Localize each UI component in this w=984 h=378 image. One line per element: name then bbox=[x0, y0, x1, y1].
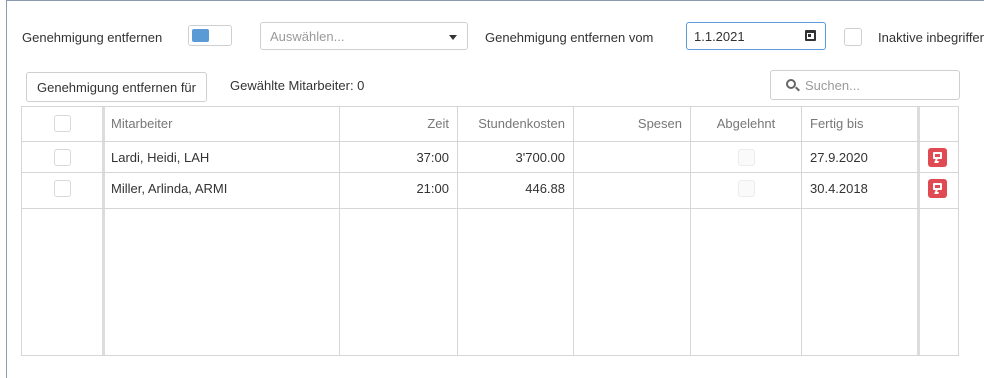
thumbs-down-icon[interactable] bbox=[928, 148, 947, 167]
header-rejected[interactable]: Abgelehnt bbox=[691, 107, 801, 141]
toggle-knob bbox=[192, 29, 209, 42]
cell-done-until: 30.4.2018 bbox=[810, 181, 868, 196]
cell-done-until: 27.9.2020 bbox=[810, 150, 868, 165]
header-employee[interactable]: Mitarbeiter bbox=[111, 107, 172, 141]
cell-expenses bbox=[574, 173, 682, 204]
remove-approval-label: Genehmigung entfernen bbox=[22, 30, 163, 45]
column-divider bbox=[917, 107, 920, 355]
rejected-checkbox bbox=[738, 149, 755, 166]
thumbs-down-icon[interactable] bbox=[928, 179, 947, 198]
rejected-checkbox bbox=[738, 180, 755, 197]
header-hour-costs[interactable]: Stundenkosten bbox=[458, 107, 565, 141]
cell-employee: Miller, Arlinda, ARMI bbox=[111, 181, 228, 196]
search-field[interactable]: Suchen... bbox=[770, 70, 960, 100]
inactive-label: Inaktive inbegriffen bbox=[878, 30, 984, 45]
inactive-checkbox[interactable] bbox=[844, 28, 862, 46]
row-checkbox[interactable] bbox=[54, 149, 71, 166]
cell-hour-costs: 3'700.00 bbox=[515, 150, 565, 165]
cell-employee: Lardi, Heidi, LAH bbox=[111, 150, 210, 165]
calendar-icon[interactable] bbox=[805, 30, 816, 41]
header-done-until[interactable]: Fertig bis bbox=[810, 107, 863, 141]
header-time[interactable]: Zeit bbox=[340, 107, 449, 141]
date-value: 1.1.2021 bbox=[694, 29, 745, 44]
cell-expenses bbox=[574, 142, 682, 173]
date-input[interactable]: 1.1.2021 bbox=[686, 22, 826, 50]
search-input[interactable]: Suchen... bbox=[805, 78, 860, 93]
column-divider bbox=[801, 107, 802, 355]
search-icon bbox=[786, 79, 796, 89]
column-divider bbox=[690, 107, 691, 355]
employee-grid: Mitarbeiter Zeit Stundenkosten Spesen Ab… bbox=[21, 106, 959, 356]
remove-approval-toggle[interactable] bbox=[188, 25, 232, 46]
remove-approval-for-button[interactable]: Genehmigung entfernen für bbox=[26, 72, 207, 102]
selected-employees-count: Gewählte Mitarbeiter: 0 bbox=[230, 78, 365, 93]
cell-hour-costs: 446.88 bbox=[525, 181, 565, 196]
select-placeholder: Auswählen... bbox=[270, 29, 345, 44]
row-divider bbox=[22, 208, 958, 209]
cell-time: 37:00 bbox=[416, 150, 449, 165]
column-divider bbox=[102, 107, 105, 355]
approval-select[interactable]: Auswählen... bbox=[260, 22, 468, 50]
header-expenses[interactable]: Spesen bbox=[574, 107, 682, 141]
chevron-down-icon bbox=[449, 35, 457, 40]
remove-from-label: Genehmigung entfernen vom bbox=[485, 30, 654, 45]
cell-time: 21:00 bbox=[416, 181, 449, 196]
row-checkbox[interactable] bbox=[54, 180, 71, 197]
select-all-checkbox[interactable] bbox=[54, 115, 71, 132]
